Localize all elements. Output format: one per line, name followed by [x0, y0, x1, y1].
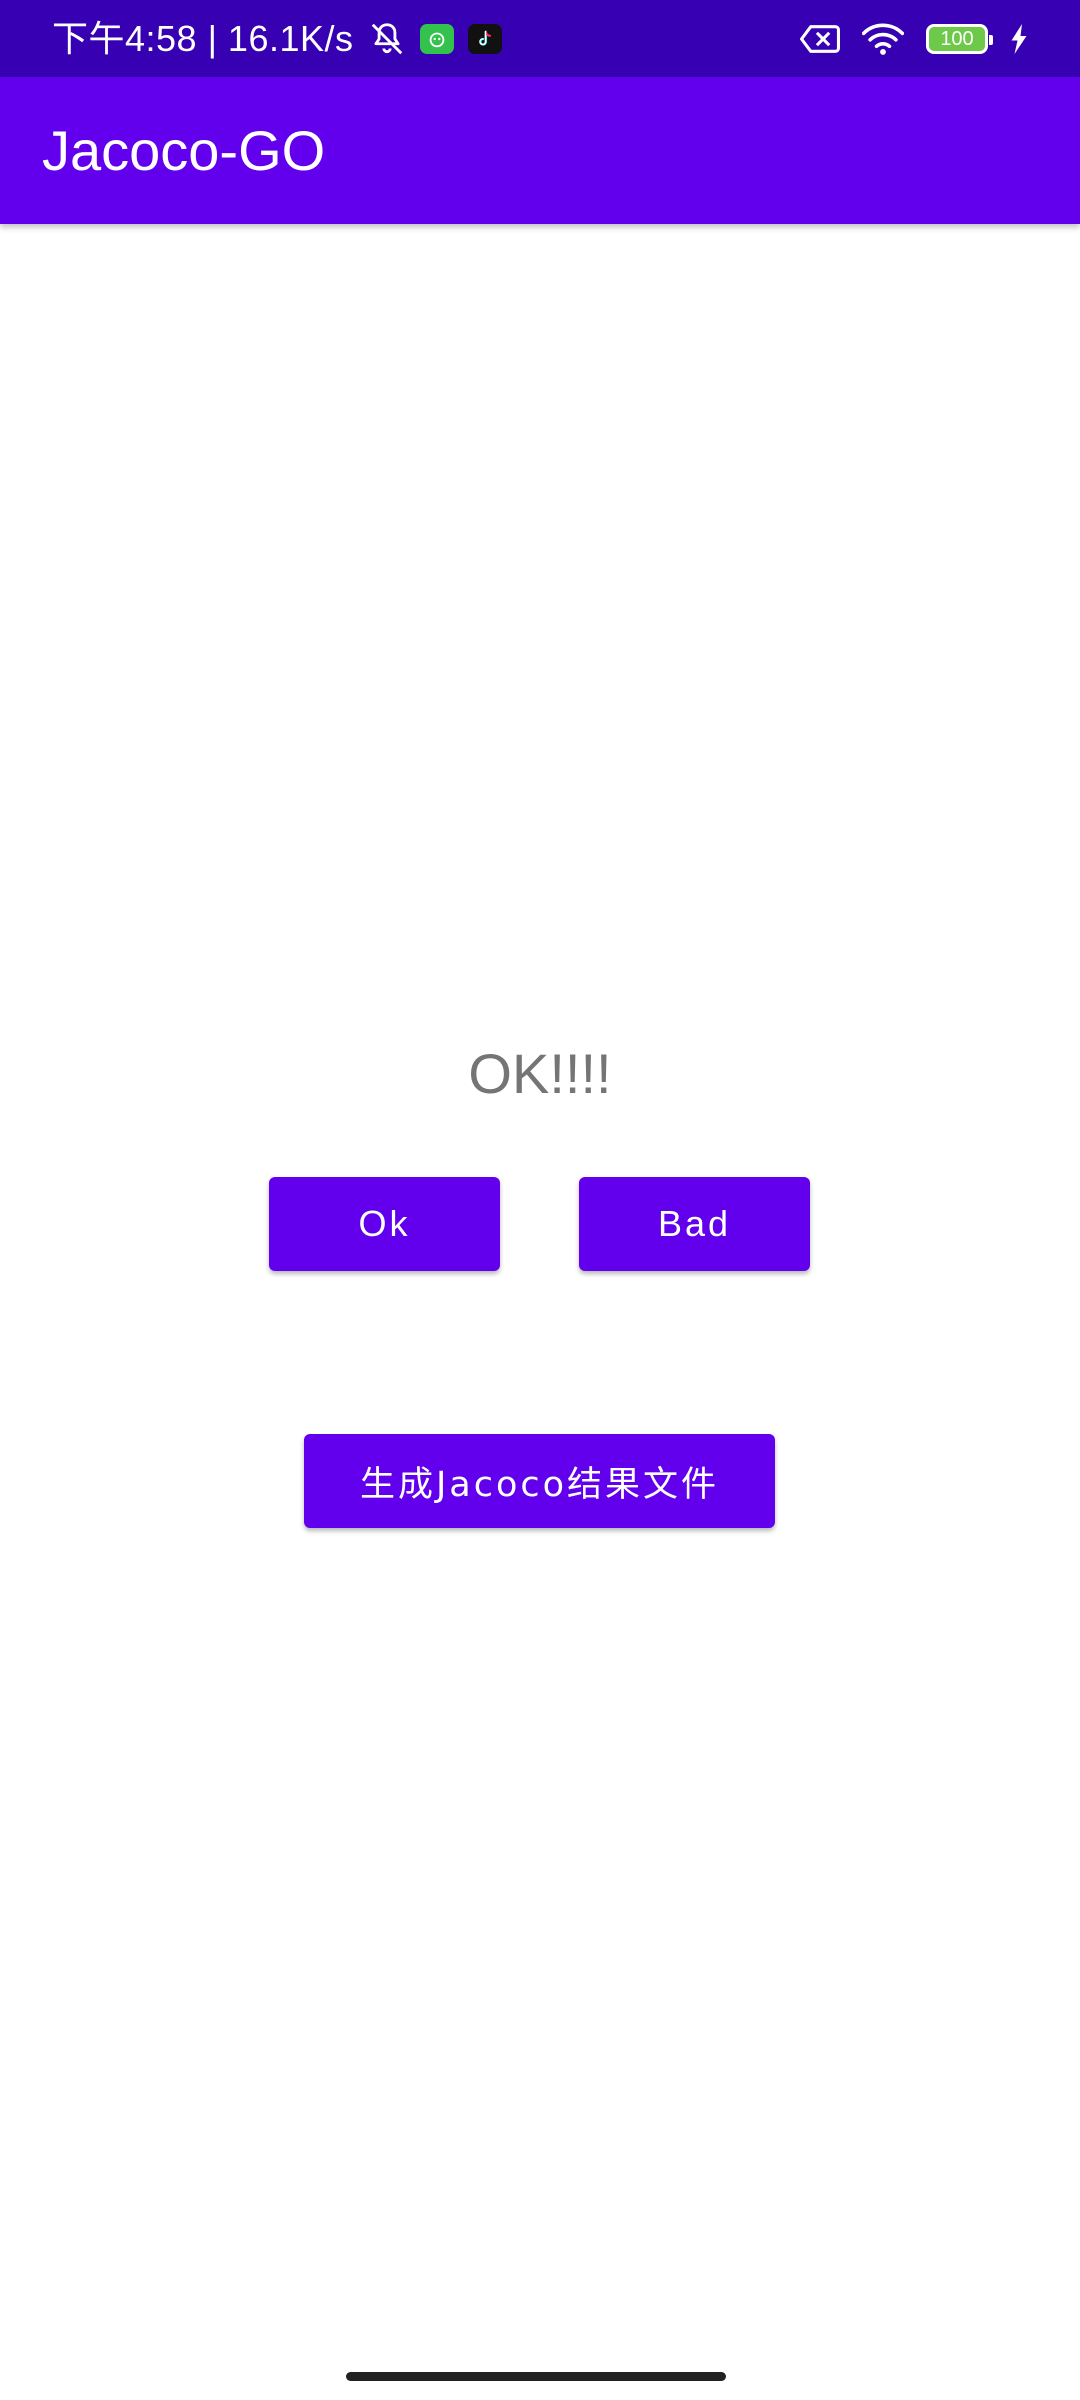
charging-icon — [1010, 23, 1028, 54]
bad-button[interactable]: Bad — [579, 1177, 810, 1271]
navigation-gesture-handle[interactable] — [346, 2372, 726, 2381]
result-text: OK!!!! — [468, 1042, 612, 1105]
app-title: Jacoco-GO — [42, 119, 326, 182]
ok-button[interactable]: Ok — [269, 1177, 500, 1271]
battery-level: 100 — [940, 27, 974, 50]
generate-jacoco-report-button[interactable]: 生成Jacoco结果文件 — [304, 1434, 775, 1528]
tiktok-icon — [467, 23, 502, 54]
status-right-group: 100 — [800, 0, 1028, 77]
mute-bell-icon — [368, 20, 406, 58]
no-sim-icon — [800, 23, 840, 55]
status-bar: 下午4:58 | 16.1K/s 100 — [0, 0, 1080, 77]
status-time-and-speed: 下午4:58 | 16.1K/s — [52, 17, 354, 59]
battery-icon: 100 — [926, 23, 993, 54]
wifi-icon — [862, 22, 904, 56]
status-left-group: 下午4:58 | 16.1K/s — [52, 0, 502, 77]
green-app-icon — [419, 23, 454, 54]
app-toolbar: Jacoco-GO — [0, 77, 1080, 224]
